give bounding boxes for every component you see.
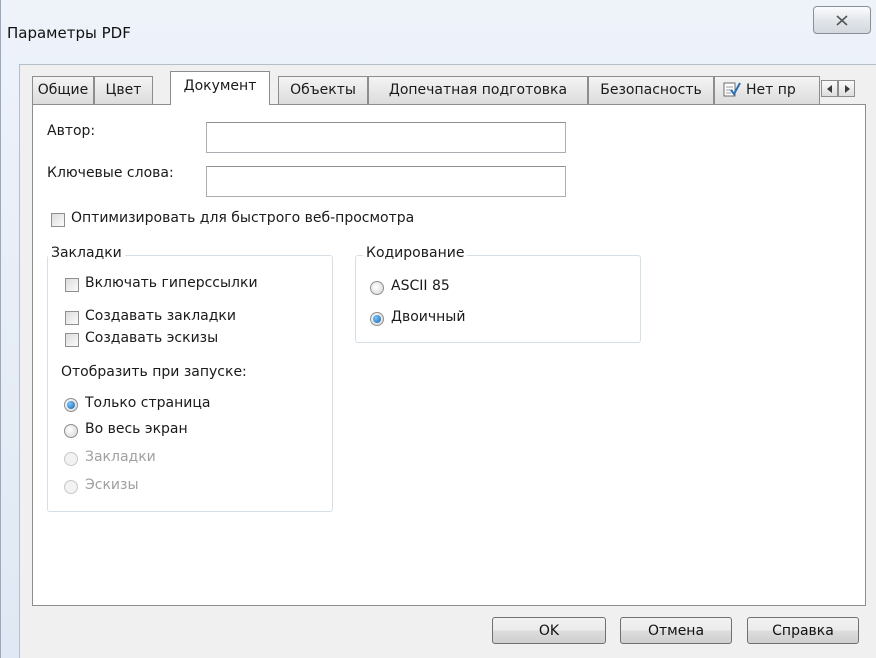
window-title: Параметры PDF xyxy=(7,24,131,42)
tab-document[interactable]: Документ xyxy=(170,71,270,105)
page-only-radio[interactable] xyxy=(64,398,78,412)
tab-label: Общие xyxy=(37,82,89,98)
tab-label: Нет пр xyxy=(746,82,796,98)
document-check-icon xyxy=(723,82,741,97)
create-thumbnails-label: Создавать эскизы xyxy=(85,330,219,346)
tab-objects[interactable]: Объекты xyxy=(278,76,368,104)
tab-label: Объекты xyxy=(290,82,356,98)
ascii85-radio[interactable] xyxy=(370,281,384,295)
tab-scroll-right-button[interactable] xyxy=(838,80,855,97)
create-bookmarks-label: Создавать закладки xyxy=(85,308,236,324)
cancel-button[interactable]: Отмена xyxy=(620,617,732,644)
tab-prepress[interactable]: Допечатная подготовка xyxy=(368,76,588,104)
optimize-web-label: Оптимизировать для быстрого веб-просмотр… xyxy=(71,210,415,226)
keywords-input[interactable] xyxy=(206,166,566,197)
help-button[interactable]: Справка xyxy=(747,617,859,644)
tab-warnings[interactable]: Нет пр xyxy=(714,76,820,104)
arrow-right-icon xyxy=(844,84,850,93)
thumbnails-panel-radio xyxy=(64,480,78,494)
bookmarks-panel-label: Закладки xyxy=(85,449,156,465)
create-bookmarks-checkbox[interactable] xyxy=(65,311,79,325)
include-links-checkbox[interactable] xyxy=(65,278,79,292)
dialog-client-area: Общие Цвет Документ Объекты Допечатная п… xyxy=(19,64,876,658)
include-links-label: Включать гиперссылки xyxy=(85,275,258,291)
binary-radio[interactable] xyxy=(370,312,384,326)
keywords-label: Ключевые слова: xyxy=(47,165,174,181)
ascii85-label: ASCII 85 xyxy=(391,278,450,294)
tab-security[interactable]: Безопасность xyxy=(588,76,714,104)
encoding-group-title: Кодирование xyxy=(363,245,468,261)
tab-general[interactable]: Общие xyxy=(32,76,94,104)
tab-label: Цвет xyxy=(105,82,142,98)
optimize-web-checkbox[interactable] xyxy=(51,213,65,227)
full-screen-radio[interactable] xyxy=(64,424,78,438)
tab-label: Безопасность xyxy=(600,82,702,98)
pdf-options-dialog: Параметры PDF Общие Цвет Документ Объект… xyxy=(0,0,876,658)
encoding-group xyxy=(355,255,641,343)
tab-label: Документ xyxy=(183,78,257,94)
author-label: Автор: xyxy=(47,123,96,139)
close-button[interactable] xyxy=(813,6,871,34)
ok-button[interactable]: OK xyxy=(492,617,606,644)
close-icon xyxy=(836,14,848,26)
bookmarks-group-title: Закладки xyxy=(48,245,125,261)
document-tab-panel: Автор: Ключевые слова: Оптимизировать дл… xyxy=(32,104,866,606)
bookmarks-group xyxy=(47,255,333,512)
tab-color[interactable]: Цвет xyxy=(94,76,153,104)
thumbnails-panel-label: Эскизы xyxy=(85,477,139,493)
title-bar: Параметры PDF xyxy=(1,0,876,60)
bookmarks-panel-radio xyxy=(64,452,78,466)
tab-scroll-left-button[interactable] xyxy=(821,80,838,97)
create-thumbnails-checkbox[interactable] xyxy=(65,333,79,347)
display-on-open-label: Отобразить при запуске: xyxy=(61,364,247,380)
author-input[interactable] xyxy=(206,122,566,153)
tab-label: Допечатная подготовка xyxy=(388,82,568,98)
page-only-label: Только страница xyxy=(85,395,211,411)
full-screen-label: Во весь экран xyxy=(85,421,188,437)
binary-label: Двоичный xyxy=(391,309,466,325)
arrow-left-icon xyxy=(826,84,832,93)
